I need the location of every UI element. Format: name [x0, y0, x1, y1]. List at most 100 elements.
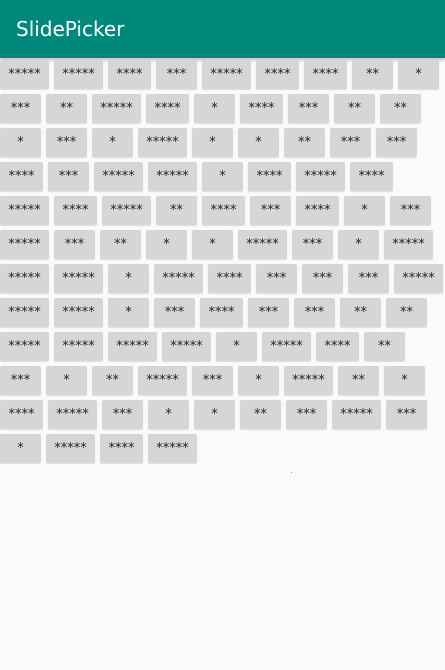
option-chip[interactable]: ** [100, 230, 141, 259]
option-chip[interactable]: **** [54, 196, 97, 225]
option-chip[interactable]: ***** [54, 298, 103, 327]
option-chip[interactable]: * [384, 366, 425, 395]
option-chip[interactable]: *** [0, 366, 41, 395]
option-chip[interactable]: ***** [48, 400, 97, 429]
option-chip[interactable]: *** [192, 366, 233, 395]
option-chip[interactable]: * [146, 230, 187, 259]
option-chip[interactable]: *** [256, 264, 297, 293]
option-chip[interactable]: **** [248, 162, 291, 191]
option-chip[interactable]: ***** [384, 230, 433, 259]
option-chip[interactable]: *** [288, 94, 329, 123]
option-chip[interactable]: **** [350, 162, 393, 191]
option-chip[interactable]: ** [334, 94, 375, 123]
option-chip[interactable]: ***** [138, 128, 187, 157]
option-chip[interactable]: *** [302, 264, 343, 293]
option-chip[interactable]: * [194, 94, 235, 123]
option-chip[interactable]: **** [304, 60, 347, 89]
option-chip[interactable]: *** [376, 128, 417, 157]
option-chip[interactable]: ** [380, 94, 421, 123]
option-chip[interactable]: ** [364, 332, 405, 361]
option-chip[interactable]: ** [92, 366, 133, 395]
option-chip[interactable]: **** [202, 196, 245, 225]
option-chip[interactable]: ***** [0, 298, 49, 327]
option-chip[interactable]: * [108, 264, 149, 293]
option-chip[interactable]: *** [330, 128, 371, 157]
option-chip[interactable]: *** [386, 400, 427, 429]
option-chip[interactable]: ** [284, 128, 325, 157]
option-chip[interactable]: *** [0, 94, 41, 123]
option-chip[interactable]: ** [340, 298, 381, 327]
option-chip[interactable]: *** [248, 298, 289, 327]
option-chip[interactable]: ***** [102, 196, 151, 225]
option-chip[interactable]: *** [348, 264, 389, 293]
option-chip[interactable]: ***** [138, 366, 187, 395]
option-chip[interactable]: ***** [238, 230, 287, 259]
option-chip[interactable]: ***** [0, 230, 49, 259]
option-chip[interactable]: ** [46, 94, 87, 123]
option-chip[interactable]: * [148, 400, 189, 429]
option-chip[interactable]: ***** [262, 332, 311, 361]
option-chip[interactable]: * [238, 128, 279, 157]
option-chip[interactable]: **** [0, 162, 43, 191]
option-chip[interactable]: ***** [332, 400, 381, 429]
option-chip[interactable]: *** [54, 230, 95, 259]
option-chip[interactable]: ***** [0, 264, 49, 293]
option-chip[interactable]: * [108, 298, 149, 327]
option-chip[interactable]: ***** [284, 366, 333, 395]
option-chip[interactable]: ***** [0, 196, 49, 225]
option-chip[interactable]: **** [200, 298, 243, 327]
option-chip[interactable]: *** [154, 298, 195, 327]
option-chip[interactable]: **** [256, 60, 299, 89]
option-chip[interactable]: *** [102, 400, 143, 429]
option-chip[interactable]: **** [108, 60, 151, 89]
option-chip[interactable]: ***** [54, 60, 103, 89]
option-chip[interactable]: *** [46, 128, 87, 157]
option-chip[interactable]: * [216, 332, 257, 361]
option-chip[interactable]: * [338, 230, 379, 259]
option-chip[interactable]: ***** [0, 60, 49, 89]
option-chip[interactable]: **** [208, 264, 251, 293]
option-chip[interactable]: ***** [296, 162, 345, 191]
option-chip[interactable]: * [192, 128, 233, 157]
option-chip[interactable]: **** [100, 434, 143, 463]
option-chip[interactable]: ***** [54, 264, 103, 293]
option-chip[interactable]: * [92, 128, 133, 157]
option-chip[interactable]: ** [156, 196, 197, 225]
option-chip[interactable]: ***** [92, 94, 141, 123]
option-chip[interactable]: **** [316, 332, 359, 361]
option-chip[interactable]: ***** [154, 264, 203, 293]
option-chip[interactable]: ***** [202, 60, 251, 89]
option-chip[interactable]: * [0, 128, 41, 157]
option-chip[interactable]: ***** [162, 332, 211, 361]
option-chip[interactable]: *** [292, 230, 333, 259]
option-chip[interactable]: * [0, 434, 41, 463]
option-chip[interactable]: *** [286, 400, 327, 429]
option-chip[interactable]: **** [146, 94, 189, 123]
option-chip[interactable]: * [202, 162, 243, 191]
option-chip[interactable]: * [398, 60, 439, 89]
option-chip[interactable]: ** [352, 60, 393, 89]
option-chip[interactable]: ***** [94, 162, 143, 191]
option-chip[interactable]: ***** [148, 434, 197, 463]
option-chip[interactable]: ***** [148, 162, 197, 191]
option-chip[interactable]: * [194, 400, 235, 429]
option-chip[interactable]: * [238, 366, 279, 395]
option-chip[interactable]: *** [294, 298, 335, 327]
option-chip[interactable]: ** [338, 366, 379, 395]
option-chip[interactable]: ** [240, 400, 281, 429]
option-chip[interactable]: **** [240, 94, 283, 123]
option-chip[interactable]: ** [386, 298, 427, 327]
option-chip[interactable]: ***** [46, 434, 95, 463]
option-chip[interactable]: ***** [108, 332, 157, 361]
option-chip[interactable]: * [344, 196, 385, 225]
option-chip[interactable]: *** [390, 196, 431, 225]
option-chip[interactable]: **** [0, 400, 43, 429]
option-chip[interactable]: ***** [0, 332, 49, 361]
option-chip[interactable]: * [192, 230, 233, 259]
option-chip[interactable]: ***** [394, 264, 443, 293]
option-chip[interactable]: *** [156, 60, 197, 89]
option-chip[interactable]: **** [296, 196, 339, 225]
option-chip[interactable]: *** [48, 162, 89, 191]
option-chip[interactable]: ***** [54, 332, 103, 361]
option-chip[interactable]: *** [250, 196, 291, 225]
